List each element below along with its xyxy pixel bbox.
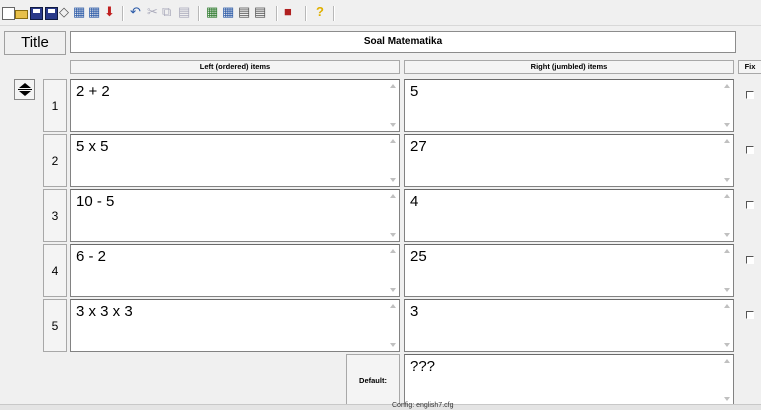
right-item-text: 25 (410, 248, 427, 265)
default-label: Default: (346, 354, 400, 406)
right-item-field[interactable]: 3 (404, 299, 734, 352)
default-field[interactable]: ??? (404, 354, 734, 406)
fix-checkbox[interactable] (746, 146, 754, 154)
row-number: 3 (43, 189, 67, 242)
status-config-file: Config: english7.cfg (392, 402, 454, 409)
left-item-text: 10 - 5 (76, 193, 115, 210)
title-input[interactable]: Soal Matematika (70, 31, 736, 53)
image-icon[interactable]: ▦ (73, 3, 85, 21)
left-item-field[interactable]: 6 - 2 (70, 244, 400, 297)
fix-checkbox[interactable] (746, 256, 754, 264)
toolbar: ◇ ▦ ▦ ⬇ ↶ ✂ ⧉ ▤ ▦ ▦ ▤ ▤ ■ ? (0, 0, 761, 26)
undo-icon[interactable]: ↶ (130, 3, 141, 21)
new-document-icon[interactable] (2, 7, 15, 20)
right-item-field[interactable]: 27 (404, 134, 734, 187)
grid-icon[interactable]: ▦ (206, 3, 218, 21)
help-icon[interactable]: ? (316, 3, 324, 21)
paste-clip-icon[interactable]: ▤ (178, 3, 190, 21)
fix-checkbox[interactable] (746, 201, 754, 209)
row-number: 5 (43, 299, 67, 352)
row-number: 1 (43, 79, 67, 132)
left-item-field[interactable]: 2 + 2 (70, 79, 400, 132)
right-item-text: 3 (410, 303, 419, 320)
right-item-field[interactable]: 4 (404, 189, 734, 242)
right-item-text: 27 (410, 138, 427, 155)
eraser-icon[interactable]: ◇ (59, 3, 69, 21)
right-items-header: Right (jumbled) items (404, 60, 734, 74)
fix-checkbox[interactable] (746, 311, 754, 319)
right-item-text: 4 (410, 193, 419, 210)
copy-icon[interactable]: ⧉ (162, 3, 171, 21)
left-item-text: 3 x 3 x 3 (76, 303, 133, 320)
left-item-text: 2 + 2 (76, 83, 110, 100)
left-item-field[interactable]: 5 x 5 (70, 134, 400, 187)
right-item-text: 5 (410, 83, 419, 100)
open-folder-icon[interactable] (15, 10, 28, 19)
fix-header: Fix (738, 60, 761, 74)
arrow-down-icon[interactable] (19, 91, 31, 96)
paste-icon[interactable]: ⬇ (104, 3, 115, 21)
quiz-icon[interactable]: ■ (284, 3, 292, 21)
default-text: ??? (410, 358, 436, 375)
save-as-icon[interactable] (45, 7, 58, 20)
left-item-field[interactable]: 10 - 5 (70, 189, 400, 242)
left-item-text: 5 x 5 (76, 138, 109, 155)
left-item-text: 6 - 2 (76, 248, 107, 265)
tile-icon[interactable]: ▦ (222, 3, 234, 21)
settings-icon[interactable]: ▦ (88, 3, 100, 21)
group-icon[interactable]: ▤ (238, 3, 250, 21)
title-label: Title (4, 31, 66, 55)
right-item-field[interactable]: 25 (404, 244, 734, 297)
row-number: 2 (43, 134, 67, 187)
status-bar (0, 404, 761, 410)
row-move-spinner[interactable] (14, 79, 35, 100)
cascade-icon[interactable]: ▤ (254, 3, 266, 21)
fix-checkbox[interactable] (746, 91, 754, 99)
left-item-field[interactable]: 3 x 3 x 3 (70, 299, 400, 352)
arrow-up-icon[interactable] (19, 83, 31, 88)
cut-icon[interactable]: ✂ (147, 3, 158, 21)
save-icon[interactable] (30, 7, 43, 20)
right-item-field[interactable]: 5 (404, 79, 734, 132)
row-number: 4 (43, 244, 67, 297)
left-items-header: Left (ordered) items (70, 60, 400, 74)
